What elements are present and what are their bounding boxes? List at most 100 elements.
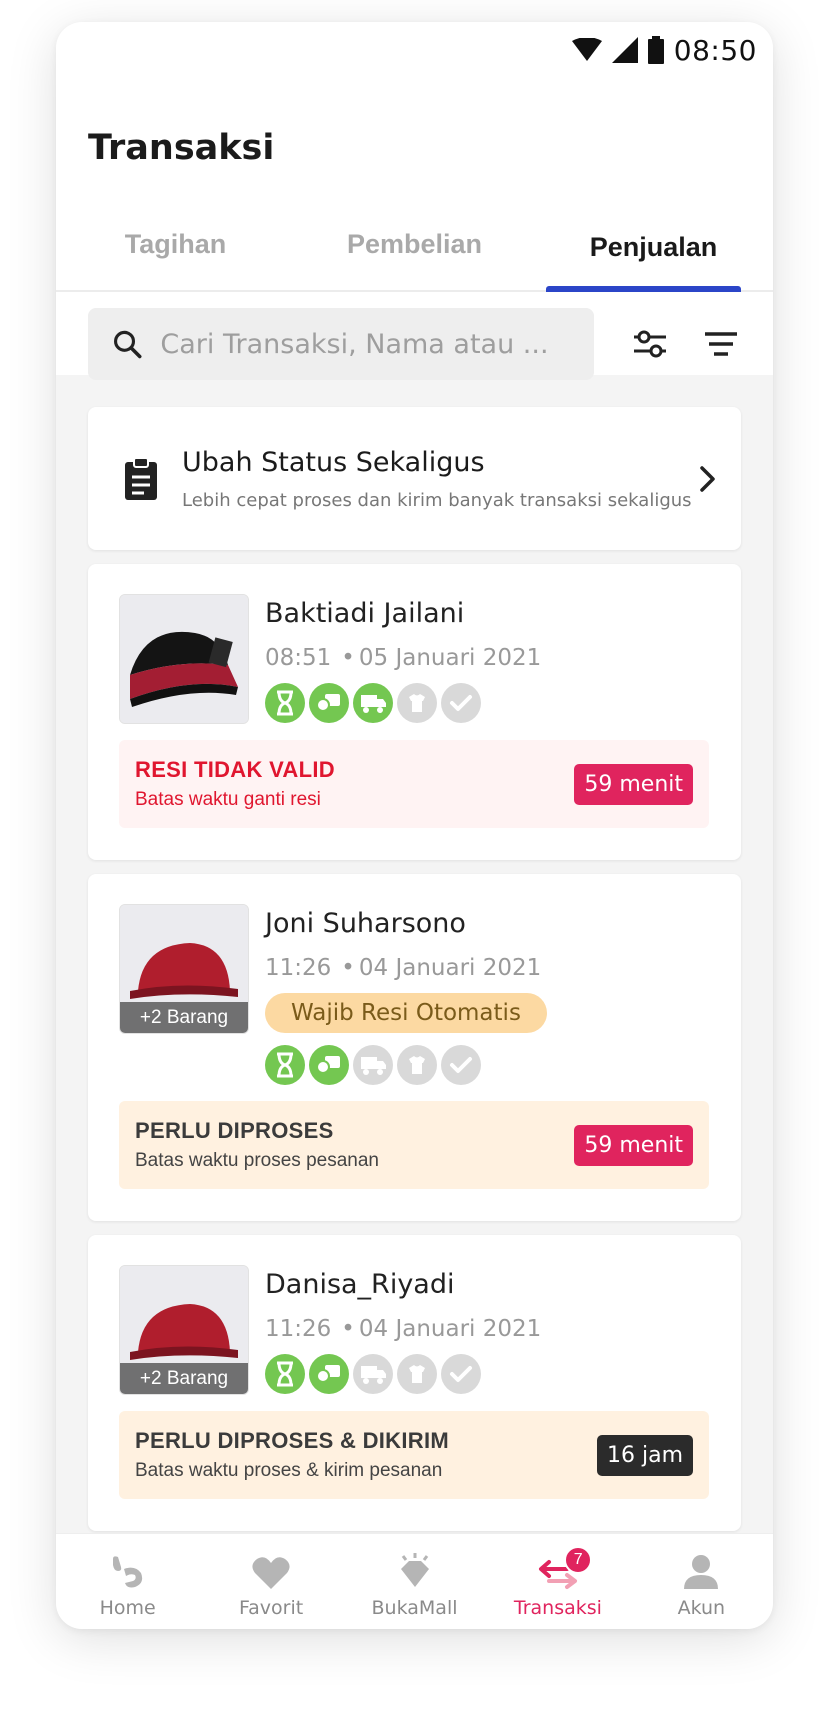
bottom-navigation: Home Favorit BukaMall 7 Transaksi Akun (56, 1533, 773, 1629)
search-input[interactable] (160, 328, 570, 360)
nav-favorit[interactable]: Favorit (199, 1534, 342, 1629)
order-datetime: 08:51 • 05 Januari 2021 (265, 645, 542, 671)
hourglass-icon (265, 683, 305, 723)
alert-text: PERLU DIPROSES & DIKIRIM Batas waktu pro… (135, 1428, 597, 1482)
phone-screen: 08:50 Transaksi Tagihan Pembelian Penjua… (56, 22, 773, 1629)
order-time: 11:26 (265, 955, 332, 981)
auto-receipt-tag: Wajib Resi Otomatis (265, 993, 547, 1033)
truck-icon (353, 683, 393, 723)
product-thumbnail: +2 Barang (119, 1265, 249, 1395)
order-time: 08:51 (265, 645, 332, 671)
deadline-badge: 16 jam (596, 1434, 693, 1476)
search-row (88, 308, 741, 380)
sort-button[interactable] (701, 324, 741, 364)
check-icon (441, 1045, 481, 1085)
wifi-icon (571, 38, 602, 61)
deadline-badge: 59 menit (574, 1124, 693, 1166)
user-icon (684, 1555, 719, 1589)
alert-subtitle: Batas waktu ganti resi (135, 789, 321, 810)
transaction-list: Ubah Status Sekaligus Lebih cepat proses… (88, 407, 741, 1545)
clipboard-icon (125, 456, 157, 500)
order-header: Baktiadi Jailani 08:51 • 05 Januari 2021 (119, 594, 709, 724)
adjust-filter-button[interactable] (630, 324, 670, 364)
alert-title: PERLU DIPROSES (135, 1118, 334, 1143)
progress-steps (265, 1045, 547, 1085)
nav-label: Favorit (238, 1597, 304, 1619)
order-datetime: 11:26 • 04 Januari 2021 (265, 1316, 542, 1342)
nav-home[interactable]: Home (56, 1534, 199, 1629)
diamond-icon (400, 1553, 429, 1587)
order-date: 04 Januari 2021 (358, 955, 542, 981)
nav-bukamall[interactable]: BukaMall (343, 1534, 486, 1629)
processing-icon (309, 1045, 349, 1085)
buyer-name: Danisa_Riyadi (265, 1269, 455, 1300)
product-thumbnail (119, 594, 249, 724)
nav-label: Transaksi (513, 1597, 602, 1619)
nav-label: Akun (677, 1597, 726, 1619)
truck-icon (353, 1354, 393, 1394)
processing-icon (309, 1354, 349, 1394)
nav-transaksi[interactable]: 7 Transaksi (486, 1534, 629, 1629)
order-card[interactable]: Baktiadi Jailani 08:51•05 Januari 2021 (88, 564, 741, 860)
alert-subtitle: Batas waktu proses & kirim pesanan (135, 1460, 443, 1481)
tab-penjualan[interactable]: Penjualan (534, 210, 773, 292)
top-section: 08:50 Transaksi Tagihan Pembelian Penjua… (56, 22, 773, 380)
received-icon (397, 1045, 437, 1085)
alert-text: RESI TIDAK VALID Batas waktu ganti resi (135, 757, 574, 811)
chevron-right-icon (700, 465, 715, 492)
alert-subtitle: Batas waktu proses pesanan (135, 1150, 379, 1171)
progress-steps (265, 1354, 541, 1394)
order-header: +2 Barang Joni Suharsono 11:26 • 04 Januar… (119, 904, 709, 1085)
order-card[interactable]: +2 Barang Danisa_Riyadi 11:26 • 04 Januari… (88, 1235, 741, 1531)
home-icon (112, 1556, 142, 1588)
order-alert: RESI TIDAK VALID Batas waktu ganti resi … (119, 740, 709, 828)
alert-text: PERLU DIPROSES Batas waktu proses pesana… (135, 1118, 574, 1172)
alert-title: PERLU DIPROSES & DIKIRIM (135, 1428, 450, 1453)
order-header: +2 Barang Danisa_Riyadi 11:26 • 04 Januari… (119, 1265, 709, 1395)
progress-steps (265, 683, 541, 723)
nav-label: BukaMall (371, 1597, 458, 1619)
received-icon (397, 683, 437, 723)
tab-tagihan[interactable]: Tagihan (56, 210, 295, 290)
heart-icon (252, 1557, 290, 1589)
order-alert: PERLU DIPROSES Batas waktu proses pesana… (119, 1101, 709, 1189)
tab-pembelian[interactable]: Pembelian (295, 210, 534, 290)
product-thumbnail: +2 Barang (119, 904, 249, 1034)
sort-icon (705, 332, 738, 356)
order-date: 04 Januari 2021 (358, 1316, 542, 1342)
tab-bar: Tagihan Pembelian Penjualan (56, 210, 773, 292)
buyer-name: Baktiadi Jailani (265, 598, 465, 629)
notification-badge: 7 (564, 1546, 593, 1574)
order-info: Baktiadi Jailani 08:51 • 05 Januari 2021 (265, 594, 541, 724)
bulk-status-card[interactable]: Ubah Status Sekaligus Lebih cepat proses… (88, 407, 741, 550)
order-alert: PERLU DIPROSES & DIKIRIM Batas waktu pro… (119, 1411, 709, 1499)
nav-akun[interactable]: Akun (630, 1534, 773, 1629)
processing-icon (309, 683, 349, 723)
buyer-name: Joni Suharsono (265, 908, 466, 939)
status-time: 08:50 (673, 33, 757, 67)
received-icon (397, 1354, 437, 1394)
order-datetime: 11:26 • 04 Januari 2021 (265, 955, 542, 981)
deadline-badge: 59 menit (574, 763, 693, 805)
search-icon (114, 330, 142, 359)
bulk-status-title: Ubah Status Sekaligus (182, 446, 485, 478)
hourglass-icon (265, 1045, 305, 1085)
bulk-status-text: Ubah Status Sekaligus Lebih cepat proses… (182, 447, 699, 511)
order-card[interactable]: +2 Barang Joni Suharsono 11:26 • 04 Januar… (88, 874, 741, 1221)
alert-title: RESI TIDAK VALID (135, 757, 335, 782)
page-title: Transaksi (88, 128, 275, 168)
status-bar: 08:50 (571, 30, 757, 70)
search-box[interactable] (88, 308, 594, 380)
order-date: 05 Januari 2021 (358, 645, 542, 671)
bulk-status-subtitle: Lebih cepat proses dan kirim banyak tran… (182, 489, 692, 511)
signal-icon (611, 37, 638, 63)
nav-label: Home (99, 1597, 156, 1619)
extra-items-label: +2 Barang (120, 1363, 248, 1394)
check-icon (441, 683, 481, 723)
battery-icon (647, 36, 664, 64)
truck-icon (353, 1045, 393, 1085)
order-info: Danisa_Riyadi 11:26 • 04 Januari 2021 (265, 1265, 541, 1395)
check-icon (441, 1354, 481, 1394)
hourglass-icon (265, 1354, 305, 1394)
cap-image (120, 595, 248, 723)
